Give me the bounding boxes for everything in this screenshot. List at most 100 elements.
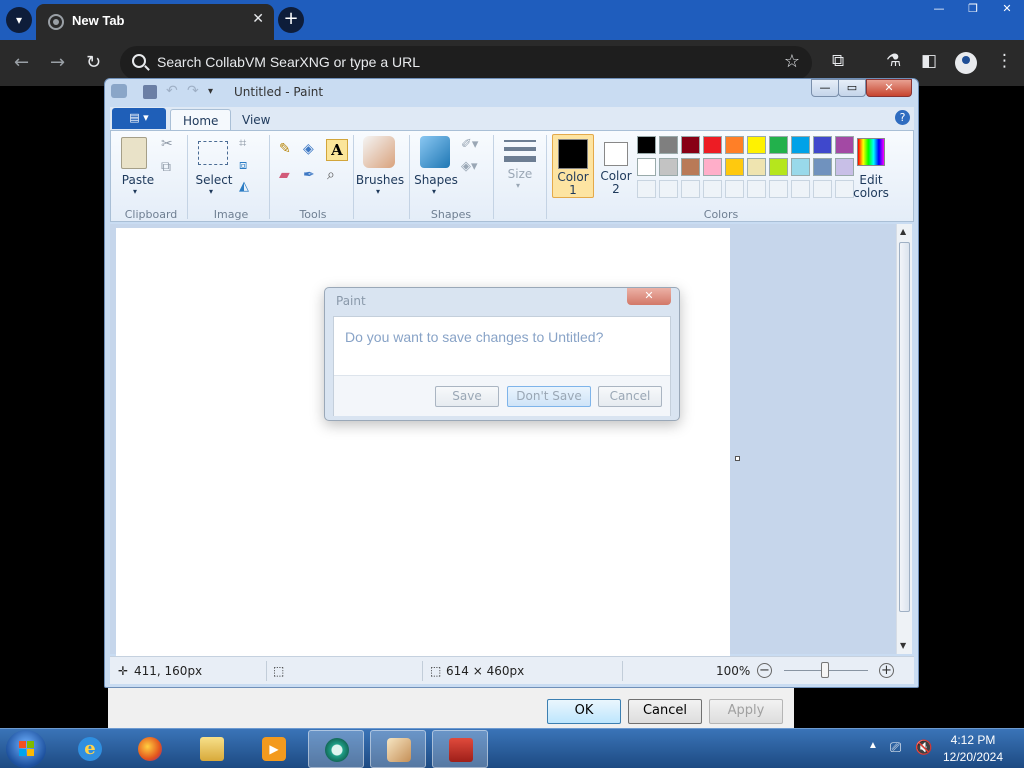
scroll-up-icon[interactable]: ▲ <box>900 227 906 236</box>
crop-icon[interactable]: ⌗ <box>239 136 257 154</box>
tab-view[interactable]: View <box>230 109 282 131</box>
palette-swatch[interactable] <box>747 136 766 154</box>
tab-new-tab[interactable]: New Tab ✕ <box>36 4 274 40</box>
palette-swatch[interactable] <box>659 136 678 154</box>
color-picker-icon[interactable]: ✒ <box>303 167 321 185</box>
taskbar-toolbox[interactable] <box>432 730 488 768</box>
magnifier-icon[interactable]: ⌕ <box>327 167 345 185</box>
palette-custom-slot[interactable] <box>769 180 788 198</box>
cancel-button[interactable]: Cancel <box>628 699 702 724</box>
customize-quick-access-icon[interactable]: ▾ <box>208 85 222 99</box>
quick-save-icon[interactable] <box>143 85 157 99</box>
palette-custom-slot[interactable] <box>703 180 722 198</box>
shapes-dropdown-icon[interactable]: ▾ <box>432 185 436 198</box>
scroll-down-icon[interactable]: ▼ <box>900 641 906 650</box>
apply-button[interactable]: Apply <box>709 699 783 724</box>
start-button[interactable] <box>6 730 46 768</box>
show-hidden-icons[interactable]: ▲ <box>868 740 878 751</box>
dialog-close-button[interactable]: ✕ <box>627 288 671 305</box>
network-icon[interactable]: ⎚ <box>890 739 901 756</box>
palette-custom-slot[interactable] <box>659 180 678 198</box>
tab-close-icon[interactable]: ✕ <box>252 11 264 27</box>
volume-muted-icon[interactable]: 🔇 <box>915 739 932 756</box>
palette-custom-slot[interactable] <box>813 180 832 198</box>
file-menu-button[interactable]: ▤ ▾ <box>112 108 166 129</box>
copy-icon[interactable]: ⧉ <box>161 159 179 177</box>
cut-icon[interactable]: ✂ <box>161 136 179 154</box>
ok-button[interactable]: OK <box>547 699 621 724</box>
palette-custom-slot[interactable] <box>637 180 656 198</box>
minimize-button[interactable]: — <box>922 0 956 18</box>
palette-swatch[interactable] <box>703 158 722 176</box>
zoom-out-icon[interactable]: − <box>757 663 772 678</box>
palette-swatch[interactable] <box>681 158 700 176</box>
clock-time[interactable]: 4:12 PM <box>940 733 1006 747</box>
palette-custom-slot[interactable] <box>791 180 810 198</box>
new-tab-button[interactable]: + <box>278 7 304 33</box>
side-panel-icon[interactable]: ◧ <box>921 51 937 71</box>
edit-colors-icon[interactable] <box>857 138 885 166</box>
taskbar-firefox[interactable] <box>122 730 178 768</box>
paint-close-button[interactable]: ✕ <box>866 79 912 97</box>
select-button[interactable]: Select <box>195 174 233 187</box>
text-tool-icon[interactable]: A <box>326 139 348 161</box>
palette-swatch[interactable] <box>659 158 678 176</box>
palette-custom-slot[interactable] <box>681 180 700 198</box>
zoom-slider-thumb[interactable] <box>821 662 829 678</box>
taskbar-media-player[interactable]: ▶ <box>246 730 302 768</box>
outline-icon[interactable]: ✐▾ <box>461 137 479 155</box>
cancel-button[interactable]: Cancel <box>598 386 662 407</box>
paste-icon[interactable] <box>121 137 147 169</box>
taskbar-file-explorer[interactable] <box>184 730 240 768</box>
menu-kebab-icon[interactable]: ⋮ <box>996 51 1013 71</box>
brushes-dropdown-icon[interactable]: ▾ <box>376 185 380 198</box>
undo-icon[interactable]: ↶ <box>166 84 180 99</box>
edit-colors-label-2[interactable]: colors <box>851 187 891 200</box>
extensions-puzzle-icon[interactable]: ⧉ <box>832 51 844 71</box>
select-icon[interactable] <box>198 141 228 165</box>
tab-home[interactable]: Home <box>170 109 232 131</box>
save-button[interactable]: Save <box>435 386 499 407</box>
size-dropdown-icon[interactable]: ▾ <box>516 179 520 192</box>
palette-custom-slot[interactable] <box>747 180 766 198</box>
taskbar-chrome-app[interactable] <box>308 730 364 768</box>
palette-swatch[interactable] <box>769 158 788 176</box>
help-icon[interactable]: ? <box>895 110 910 125</box>
palette-swatch[interactable] <box>681 136 700 154</box>
close-window-button[interactable]: ✕ <box>990 0 1024 18</box>
palette-swatch[interactable] <box>769 136 788 154</box>
palette-swatch[interactable] <box>725 136 744 154</box>
labs-flask-icon[interactable]: ⚗ <box>886 51 901 71</box>
dont-save-button[interactable]: Don't Save <box>507 386 591 407</box>
resize-icon[interactable]: ⧈ <box>239 158 257 176</box>
palette-swatch[interactable] <box>747 158 766 176</box>
palette-swatch[interactable] <box>813 158 832 176</box>
palette-swatch[interactable] <box>637 158 656 176</box>
paste-dropdown-icon[interactable]: ▾ <box>133 185 137 198</box>
profile-avatar-icon[interactable] <box>955 52 977 74</box>
back-arrow-icon[interactable]: ← <box>14 52 29 73</box>
palette-swatch[interactable] <box>637 136 656 154</box>
reload-icon[interactable]: ↻ <box>86 52 101 73</box>
paint-minimize-button[interactable]: — <box>811 79 839 97</box>
select-dropdown-icon[interactable]: ▾ <box>209 185 213 198</box>
canvas-resize-handle[interactable] <box>735 456 740 461</box>
palette-swatch[interactable] <box>835 136 854 154</box>
paste-button[interactable]: Paste <box>119 174 157 187</box>
rotate-icon[interactable]: ◭ <box>239 179 257 197</box>
vertical-scrollbar[interactable]: ▲ ▼ <box>896 224 912 654</box>
paint-app-icon[interactable] <box>111 84 127 98</box>
taskbar-internet-explorer[interactable]: e <box>62 730 118 768</box>
palette-custom-slot[interactable] <box>725 180 744 198</box>
palette-swatch[interactable] <box>791 136 810 154</box>
bookmark-star-icon[interactable]: ☆ <box>784 51 800 72</box>
tab-search-button[interactable]: ▾ <box>6 7 32 33</box>
shapes-icon[interactable] <box>420 136 450 168</box>
redo-icon[interactable]: ↷ <box>187 84 201 99</box>
palette-swatch[interactable] <box>791 158 810 176</box>
scrollbar-thumb[interactable] <box>899 242 910 612</box>
pencil-icon[interactable]: ✎ <box>279 141 297 159</box>
color2-button[interactable]: Color 2 <box>596 134 636 198</box>
palette-swatch[interactable] <box>703 136 722 154</box>
clock-date[interactable]: 12/20/2024 <box>940 750 1006 764</box>
